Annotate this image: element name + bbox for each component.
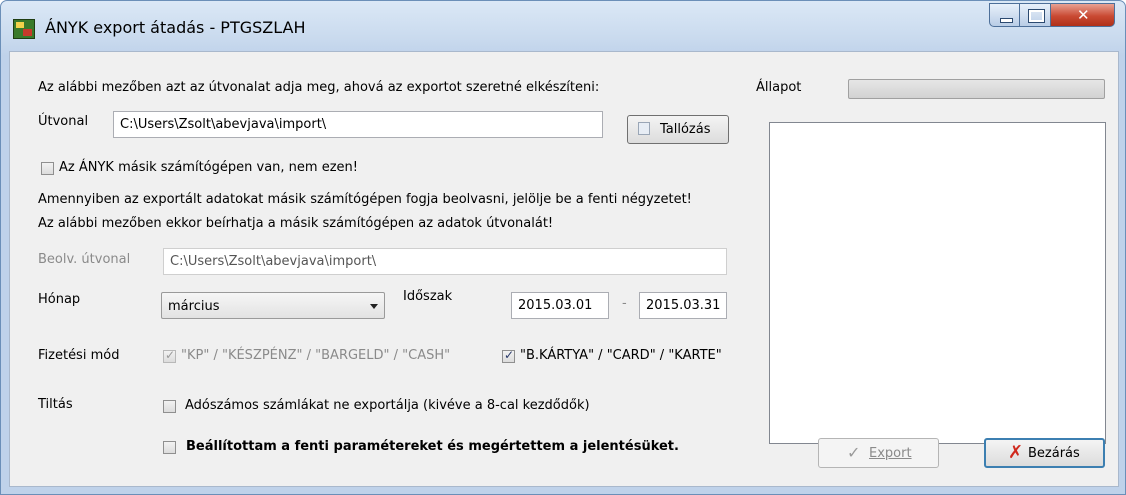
- close-x-icon: ✗: [1008, 442, 1024, 463]
- browse-icon: [638, 122, 650, 135]
- export-check-icon: ✓: [847, 443, 861, 462]
- minimize-icon: [1000, 18, 1013, 23]
- payment-cash-checkbox[interactable]: [163, 348, 176, 363]
- period-separator: -: [622, 296, 627, 311]
- period-end-input[interactable]: 2015.03.31: [639, 292, 727, 319]
- export-button-label: Export: [869, 446, 912, 461]
- browse-button[interactable]: Tallózás: [627, 115, 729, 144]
- ban-label: Tiltás: [38, 397, 73, 412]
- payment-label: Fizetési mód: [38, 348, 120, 363]
- period-start-input[interactable]: 2015.03.01: [511, 292, 609, 319]
- app-icon: [13, 19, 35, 39]
- payment-cash-label: "KP" / "KÉSZPÉNZ" / "BARGELD" / "CASH": [181, 348, 451, 363]
- path-input[interactable]: C:\Users\Zsolt\abevjava\import\: [113, 111, 603, 138]
- period-label: Időszak: [403, 289, 453, 304]
- status-label: Állapot: [756, 80, 802, 95]
- month-label: Hónap: [38, 292, 81, 307]
- status-log-area[interactable]: [769, 122, 1106, 444]
- close-icon: ✕: [1077, 6, 1090, 24]
- confirm-label: Beállítottam a fenti paramétereket és me…: [186, 439, 679, 454]
- status-progress-bar: [848, 79, 1105, 99]
- path-label: Útvonal: [38, 114, 89, 129]
- export-button[interactable]: ✓ Export: [818, 438, 939, 468]
- read-path-label: Beolv. útvonal: [38, 252, 131, 267]
- dialog-body: Az alábbi mezőben azt az útvonalat adja …: [9, 51, 1119, 487]
- confirm-checkbox[interactable]: [163, 441, 176, 454]
- chevron-down-icon: [370, 304, 378, 309]
- maximize-icon: [1028, 9, 1045, 23]
- close-button[interactable]: ✗ Bezárás: [984, 438, 1105, 468]
- minimize-button[interactable]: [989, 3, 1020, 27]
- close-button-label: Bezárás: [1028, 446, 1080, 461]
- month-select[interactable]: március: [161, 292, 385, 319]
- title-bar[interactable]: ÁNYK export átadás - PTGSZLAH ✕: [1, 1, 1125, 51]
- ban-checkbox[interactable]: [163, 400, 176, 413]
- ban-option-label: Adószámos számlákat ne exportálja (kivév…: [185, 398, 590, 413]
- other-machine-checkbox[interactable]: [41, 162, 54, 175]
- close-window-button[interactable]: ✕: [1051, 3, 1115, 27]
- other-machine-label: Az ÁNYK másik számítógépen van, nem ezen…: [59, 160, 358, 175]
- maximize-button[interactable]: [1020, 3, 1051, 27]
- window-title: ÁNYK export átadás - PTGSZLAH: [45, 18, 306, 37]
- intro-text: Az alábbi mezőben azt az útvonalat adja …: [38, 80, 600, 95]
- info-text-2: Az alábbi mezőben ekkor beírhatja a mási…: [38, 216, 554, 231]
- read-path-input[interactable]: C:\Users\Zsolt\abevjava\import\: [163, 248, 727, 275]
- info-text-1: Amennyiben az exportált adatokat másik s…: [38, 192, 692, 207]
- browse-button-label: Tallózás: [660, 122, 711, 137]
- app-window: ÁNYK export átadás - PTGSZLAH ✕ Az alább…: [0, 0, 1126, 495]
- payment-card-label: "B.KÁRTYA" / "CARD" / "KARTE": [520, 348, 722, 363]
- month-select-value: március: [168, 299, 220, 314]
- payment-card-checkbox[interactable]: [502, 348, 515, 363]
